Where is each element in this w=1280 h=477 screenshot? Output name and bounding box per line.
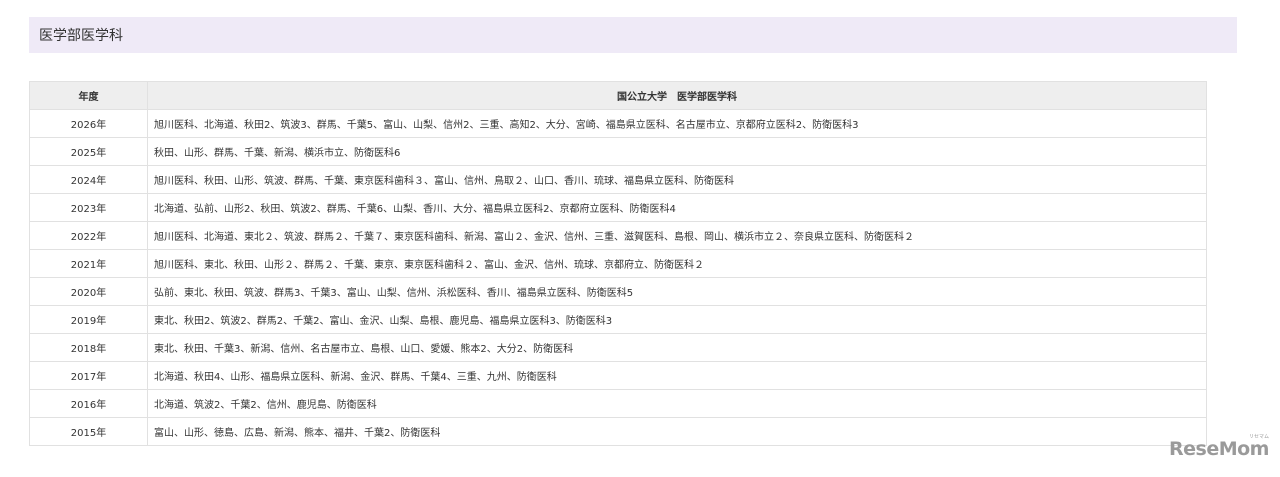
section-header: 医学部医学科 — [29, 17, 1237, 53]
year-cell: 2016年 — [29, 389, 148, 418]
results-table: 年度 国公立大学 医学部医学科 2026年 旭川医科、北海道、秋田2、筑波3、群馬… — [29, 81, 1207, 446]
table-row: 2025年 秋田、山形、群馬、千葉、新潟、横浜市立、防衛医科6 — [29, 137, 1207, 166]
section-title: 医学部医学科 — [39, 28, 123, 44]
table-row: 2018年 東北、秋田、千葉3、新潟、信州、名古屋市立、島根、山口、愛媛、熊本2、… — [29, 333, 1207, 362]
year-cell: 2020年 — [29, 277, 148, 306]
schools-cell: 東北、秋田、千葉3、新潟、信州、名古屋市立、島根、山口、愛媛、熊本2、大分2、防… — [147, 333, 1207, 362]
year-cell: 2026年 — [29, 109, 148, 138]
schools-cell: 弘前、東北、秋田、筑波、群馬3、千葉3、富山、山梨、信州、浜松医科、香川、福島県… — [147, 277, 1207, 306]
resemom-logo: ReseMom リセマム — [1169, 434, 1269, 460]
table-row: 2020年 弘前、東北、秋田、筑波、群馬3、千葉3、富山、山梨、信州、浜松医科、香… — [29, 277, 1207, 306]
logo-subtext: リセマム — [1248, 434, 1269, 440]
table-row: 2016年 北海道、筑波2、千葉2、信州、鹿児島、防衛医科 — [29, 389, 1207, 418]
table-row: 2019年 東北、秋田2、筑波2、群馬2、千葉2、富山、金沢、山梨、島根、鹿児島、… — [29, 305, 1207, 334]
year-cell: 2022年 — [29, 221, 148, 250]
table-row: 2023年 北海道、弘前、山形2、秋田、筑波2、群馬、千葉6、山梨、香川、大分、福… — [29, 193, 1207, 222]
table-row: 2017年 北海道、秋田4、山形、福島県立医科、新潟、金沢、群馬、千葉4、三重、九… — [29, 361, 1207, 390]
schools-cell: 旭川医科、北海道、秋田2、筑波3、群馬、千葉5、富山、山梨、信州2、三重、高知2… — [147, 109, 1207, 138]
schools-cell: 旭川医科、東北、秋田、山形２、群馬２、千葉、東京、東京医科歯科２、富山、金沢、信… — [147, 249, 1207, 278]
logo-text: ReseMom — [1169, 438, 1269, 460]
schools-cell: 東北、秋田2、筑波2、群馬2、千葉2、富山、金沢、山梨、島根、鹿児島、福島県立医… — [147, 305, 1207, 334]
table-row: 2015年 富山、山形、徳島、広島、新潟、熊本、福井、千葉2、防衛医科 — [29, 417, 1207, 446]
year-cell: 2018年 — [29, 333, 148, 362]
year-cell: 2021年 — [29, 249, 148, 278]
year-cell: 2025年 — [29, 137, 148, 166]
schools-cell: 北海道、筑波2、千葉2、信州、鹿児島、防衛医科 — [147, 389, 1207, 418]
schools-cell: 富山、山形、徳島、広島、新潟、熊本、福井、千葉2、防衛医科 — [147, 417, 1207, 446]
year-cell: 2015年 — [29, 417, 148, 446]
column-header-schools: 国公立大学 医学部医学科 — [147, 81, 1207, 110]
column-header-year: 年度 — [29, 81, 148, 110]
schools-cell: 旭川医科、北海道、東北２、筑波、群馬２、千葉７、東京医科歯科、新潟、富山２、金沢… — [147, 221, 1207, 250]
year-cell: 2019年 — [29, 305, 148, 334]
schools-cell: 旭川医科、秋田、山形、筑波、群馬、千葉、東京医科歯科３、富山、信州、鳥取２、山口… — [147, 165, 1207, 194]
schools-cell: 北海道、弘前、山形2、秋田、筑波2、群馬、千葉6、山梨、香川、大分、福島県立医科… — [147, 193, 1207, 222]
year-cell: 2023年 — [29, 193, 148, 222]
table-body: 2026年 旭川医科、北海道、秋田2、筑波3、群馬、千葉5、富山、山梨、信州2、三… — [29, 109, 1207, 446]
table-row: 2021年 旭川医科、東北、秋田、山形２、群馬２、千葉、東京、東京医科歯科２、富山… — [29, 249, 1207, 278]
schools-cell: 北海道、秋田4、山形、福島県立医科、新潟、金沢、群馬、千葉4、三重、九州、防衛医… — [147, 361, 1207, 390]
table-row: 2026年 旭川医科、北海道、秋田2、筑波3、群馬、千葉5、富山、山梨、信州2、三… — [29, 109, 1207, 138]
year-cell: 2017年 — [29, 361, 148, 390]
table-header-row: 年度 国公立大学 医学部医学科 — [29, 81, 1207, 110]
table-row: 2022年 旭川医科、北海道、東北２、筑波、群馬２、千葉７、東京医科歯科、新潟、富… — [29, 221, 1207, 250]
year-cell: 2024年 — [29, 165, 148, 194]
schools-cell: 秋田、山形、群馬、千葉、新潟、横浜市立、防衛医科6 — [147, 137, 1207, 166]
table-row: 2024年 旭川医科、秋田、山形、筑波、群馬、千葉、東京医科歯科３、富山、信州、鳥… — [29, 165, 1207, 194]
